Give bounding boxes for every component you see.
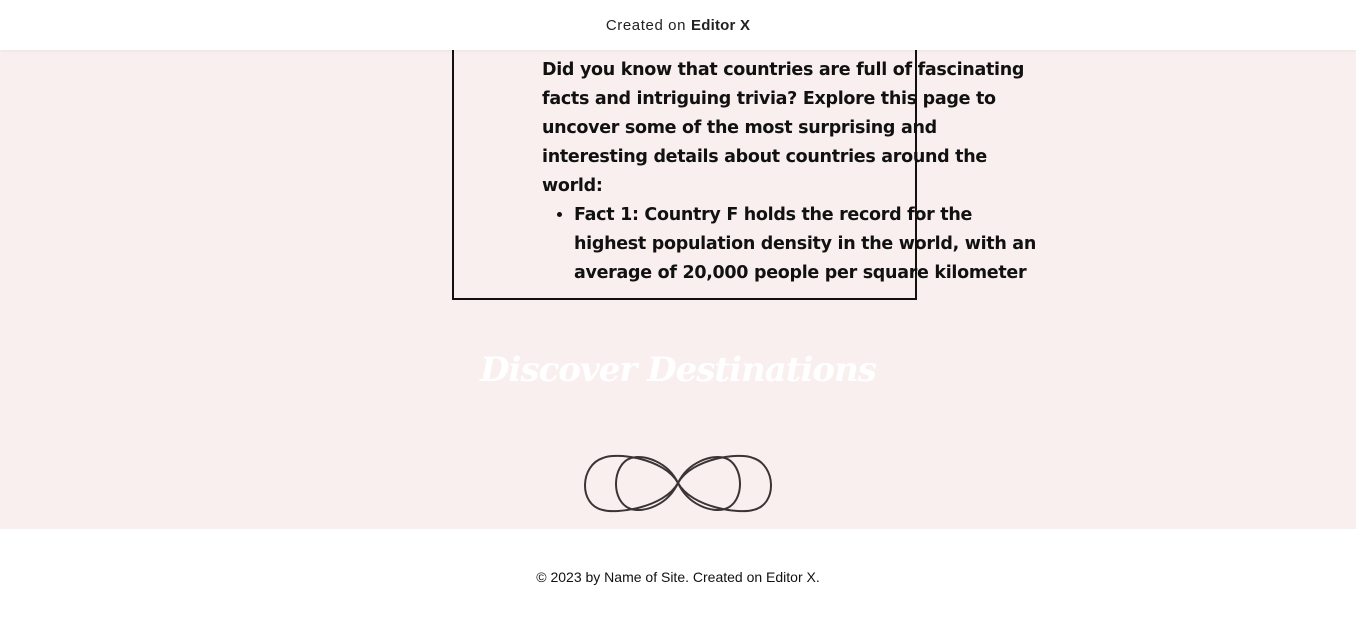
infinity-knot-divider-icon (576, 450, 780, 520)
site-footer: © 2023 by Name of Site. Created on Edito… (0, 529, 1356, 629)
main-section: Did you know that countries are full of … (0, 50, 1356, 529)
banner-brand-link[interactable]: Editor X (691, 17, 750, 34)
fact-item: Fact 1: Country F holds the record for t… (574, 201, 1042, 288)
article-text: Did you know that countries are full of … (542, 56, 1042, 288)
footer-copyright: © 2023 by Name of Site. Created on Edito… (536, 569, 820, 585)
editor-x-banner[interactable]: Created on Editor X (0, 0, 1356, 50)
section-heading: Discover Destinations (480, 350, 877, 390)
banner-prefix: Created on (605, 16, 687, 34)
facts-list: Fact 1: Country F holds the record for t… (542, 201, 1042, 288)
intro-paragraph: Did you know that countries are full of … (542, 60, 1025, 196)
